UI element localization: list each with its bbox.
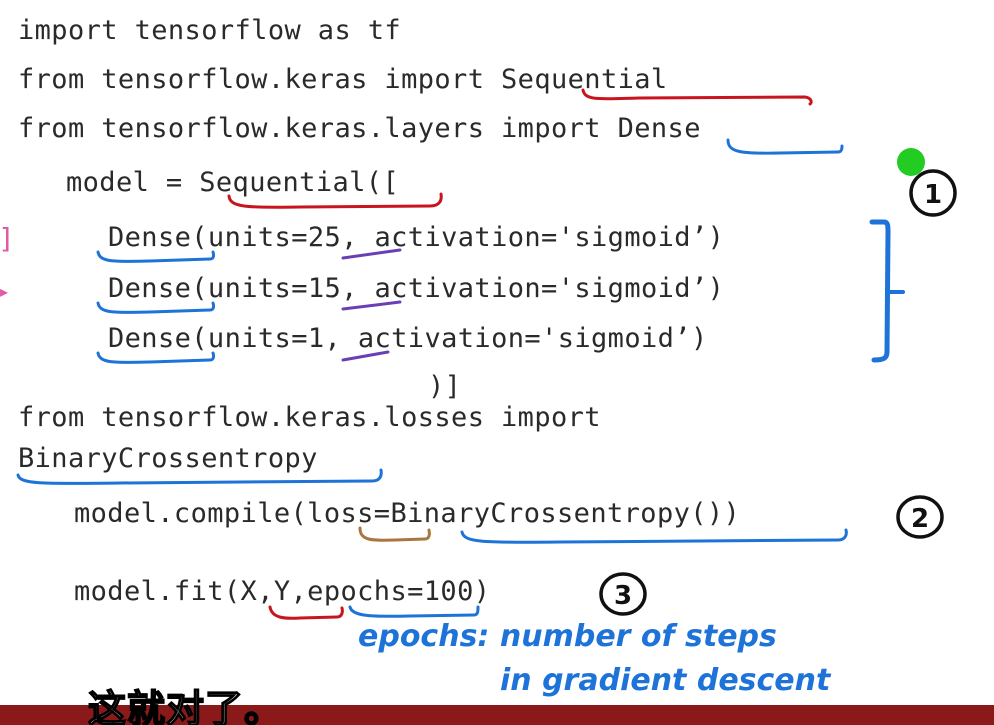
step-3-number: 3	[614, 581, 632, 611]
handwritten-annotations: 1 2 3 epochs: number of steps in gradien…	[16, 88, 957, 698]
underline-bce-compile	[460, 528, 848, 544]
code-line-dense-1: Dense(units=1, activation='sigmoid’)	[108, 323, 708, 354]
underline-dense-1	[96, 250, 216, 263]
code-line-model-sequential: model = Sequential([	[66, 167, 400, 198]
step-2-circle	[896, 495, 944, 539]
edge-bracket-mark: ]	[0, 222, 11, 255]
underline-dense-import	[726, 138, 844, 155]
pointer-dot	[897, 148, 925, 176]
epochs-note-line2: in gradient descent	[500, 663, 832, 698]
epochs-note-line1: epochs: number of steps	[358, 619, 777, 654]
code-line-dense-25: Dense(units=25, activation='sigmoid’)	[108, 222, 725, 253]
underline-xy	[268, 605, 344, 620]
step-3-circle	[599, 572, 647, 616]
edge-arrow-mark: ▸	[0, 282, 9, 301]
underline-dense-3	[96, 351, 216, 364]
slide-canvas: import tensorflow as tf from tensorflow.…	[0, 0, 994, 725]
underline-dense-2	[96, 301, 216, 314]
code-line-import-dense: from tensorflow.keras.layers import Dens…	[18, 113, 701, 144]
code-line-import-losses: from tensorflow.keras.losses import	[18, 402, 601, 433]
code-line-model-fit: model.fit(X,Y,epochs=100)	[74, 576, 491, 607]
underline-epochs	[348, 605, 480, 618]
code-line-import-sequential: from tensorflow.keras import Sequential	[18, 64, 668, 95]
code-line-import-tf: import tensorflow as tf	[18, 15, 402, 46]
code-line-model-compile: model.compile(loss=BinaryCrossentropy())	[74, 498, 741, 529]
code-line-binary-crossentropy: BinaryCrossentropy	[18, 443, 318, 474]
video-subtitle: 这就对了。	[87, 686, 284, 725]
layers-bracket	[869, 219, 891, 363]
underline-loss	[358, 526, 431, 542]
code-line-dense-15: Dense(units=15, activation='sigmoid’)	[108, 273, 725, 304]
step-1-number: 1	[924, 180, 942, 210]
code-line-close-bracket: )]	[428, 371, 462, 402]
step-2-number: 2	[911, 504, 929, 534]
step-1-circle	[909, 169, 957, 217]
